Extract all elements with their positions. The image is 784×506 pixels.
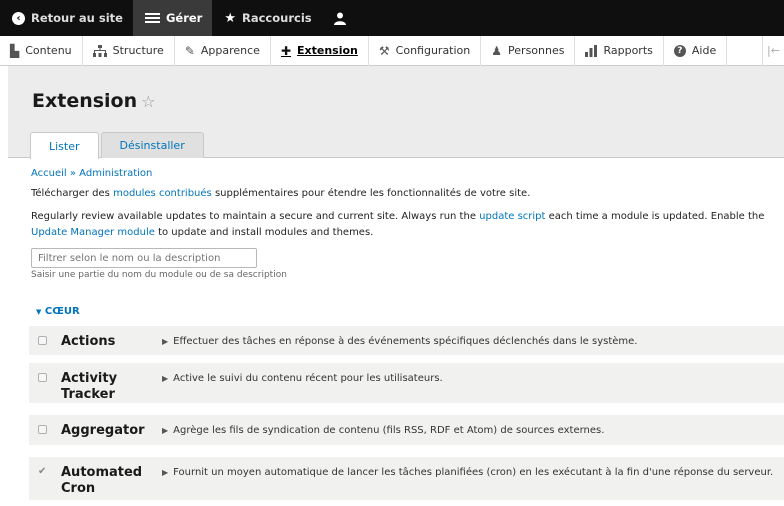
user-toggle[interactable] [322,0,356,36]
module-name: Automated Cron [61,465,143,496]
module-description-toggle[interactable]: ▶ Agrège les fils de syndication de conte… [162,425,604,436]
page-header: Extension ☆ Lister Désinstaller [8,66,784,159]
star-icon: ★ [224,10,236,26]
page-title: Extension ☆ [32,90,155,112]
sitemap-icon [92,44,107,57]
module-checkbox[interactable] [38,373,47,382]
menu-icon [144,12,160,24]
module-description-toggle[interactable]: ▶ Active le suivi du contenu récent pour … [162,373,443,384]
module-row-automated-cron: ✔ Automated Cron ▶ Fournit un moyen autom… [29,457,784,501]
person-icon [333,12,346,25]
primary-tabs: Lister Désinstaller [30,132,206,159]
manage-toggle[interactable]: Gérer [132,0,213,36]
tray-orientation-toggle[interactable]: |← [762,35,784,66]
module-name: Aggregator [61,423,145,438]
tray-item-label: Personnes [508,44,565,57]
module-row-actions: Actions ▶ Effectuer des tâches en réponse… [29,326,784,356]
module-checkbox[interactable] [38,425,47,434]
module-description: Agrège les fils de syndication de conten… [173,425,605,436]
expand-triangle-icon: ▶ [162,468,169,477]
tray-item-label: Apparence [200,44,260,57]
main-content: Accueil » Administration Télécharger des… [31,168,784,280]
tray-item-people[interactable]: ♟ Personnes [481,35,576,66]
tray-item-label: Rapports [603,44,653,57]
help-icon: ? [673,44,686,57]
module-filter-input[interactable] [31,248,257,268]
intro-prefix: Télécharger des [31,188,114,199]
tray-item-label: Contenu [25,44,72,57]
tab-list[interactable]: Lister [30,132,99,159]
puzzle-icon: ✚ [280,43,292,58]
tray-item-label: Extension [297,44,358,57]
module-description-toggle[interactable]: ▶ Effectuer des tâches en réponse à des é… [162,336,638,347]
module-name: Actions [61,334,116,349]
module-description: Fournit un moyen automatique de lancer l… [173,467,774,478]
module-row-aggregator: Aggregator ▶ Agrège les fils de syndicati… [29,415,784,446]
file-icon: ▙ [10,43,20,58]
tray-item-configuration[interactable]: ⚒ Configuration [369,35,482,66]
expand-triangle-icon: ▶ [162,374,169,383]
intro-suffix: supplémentaires pour étendre les fonctio… [211,188,531,199]
bars-icon [585,44,598,57]
tray-item-label: Configuration [395,44,471,57]
notice-text: each time a module is updated. Enable th… [545,211,765,222]
tray-item-content[interactable]: ▙ Contenu [0,35,83,66]
tab-uninstall[interactable]: Désinstaller [100,132,204,158]
group-label: CŒUR [44,306,80,317]
admin-tray: ▙ Contenu Structure ✎ Apparence ✚ Extens… [0,35,784,66]
filter-description: Saisir une partie du nom du module ou de… [31,270,287,280]
tray-item-help[interactable]: ? Aide [664,35,728,66]
back-arrow-icon: ‹ [12,11,25,25]
module-row-activity-tracker: Activity Tracker ▶ Active le suivi du con… [29,363,784,404]
contrib-modules-link[interactable]: modules contribués [113,188,212,199]
tray-item-reports[interactable]: Rapports [575,35,664,66]
tray-item-structure[interactable]: Structure [83,35,175,66]
paint-icon: ✎ [184,43,195,58]
module-checkbox[interactable] [38,336,47,345]
module-checkbox-checked: ✔ [38,466,47,477]
tray-item-appearance[interactable]: ✎ Apparence [175,35,271,66]
wrench-icon: ⚒ [378,43,390,58]
people-icon: ♟ [491,43,503,58]
expand-triangle-icon: ▶ [162,337,169,346]
back-to-site-label: Retour au site [31,11,123,25]
manage-label: Gérer [165,11,203,25]
page-title-text: Extension [32,90,138,112]
admin-toolbar: ‹ Retour au site Gérer ★ Raccourcis [0,0,784,36]
update-script-link[interactable]: update script [479,211,545,222]
module-description: Active le suivi du contenu récent pour l… [173,373,443,384]
module-name: Activity Tracker [61,371,118,402]
core-group-toggle[interactable]: ▼ CŒUR [36,306,80,317]
module-description: Effectuer des tâches en réponse à des év… [173,336,638,347]
tray-item-extension[interactable]: ✚ Extension [271,35,369,66]
tray-item-label: Aide [691,44,717,57]
update-notice: Regularly review available updates to ma… [31,209,784,241]
shortcut-star-icon[interactable]: ☆ [141,92,155,111]
update-manager-link[interactable]: Update Manager module [31,227,155,238]
notice-text: to update and install modules and themes… [154,227,374,238]
expand-triangle-icon: ▶ [162,426,169,435]
shortcuts-label: Raccourcis [242,11,312,25]
back-to-site-link[interactable]: ‹ Retour au site [0,0,133,36]
intro-text: Télécharger des modules contribués suppl… [31,188,784,199]
tray-item-label: Structure [112,44,164,57]
breadcrumb[interactable]: Accueil » Administration [31,168,784,179]
module-description-toggle[interactable]: ▶ Fournit un moyen automatique de lancer … [162,467,773,478]
module-list: Actions ▶ Effectuer des tâches en réponse… [29,326,784,501]
notice-text: Regularly review available updates to ma… [31,211,480,222]
shortcuts-toggle[interactable]: ★ Raccourcis [212,0,321,36]
